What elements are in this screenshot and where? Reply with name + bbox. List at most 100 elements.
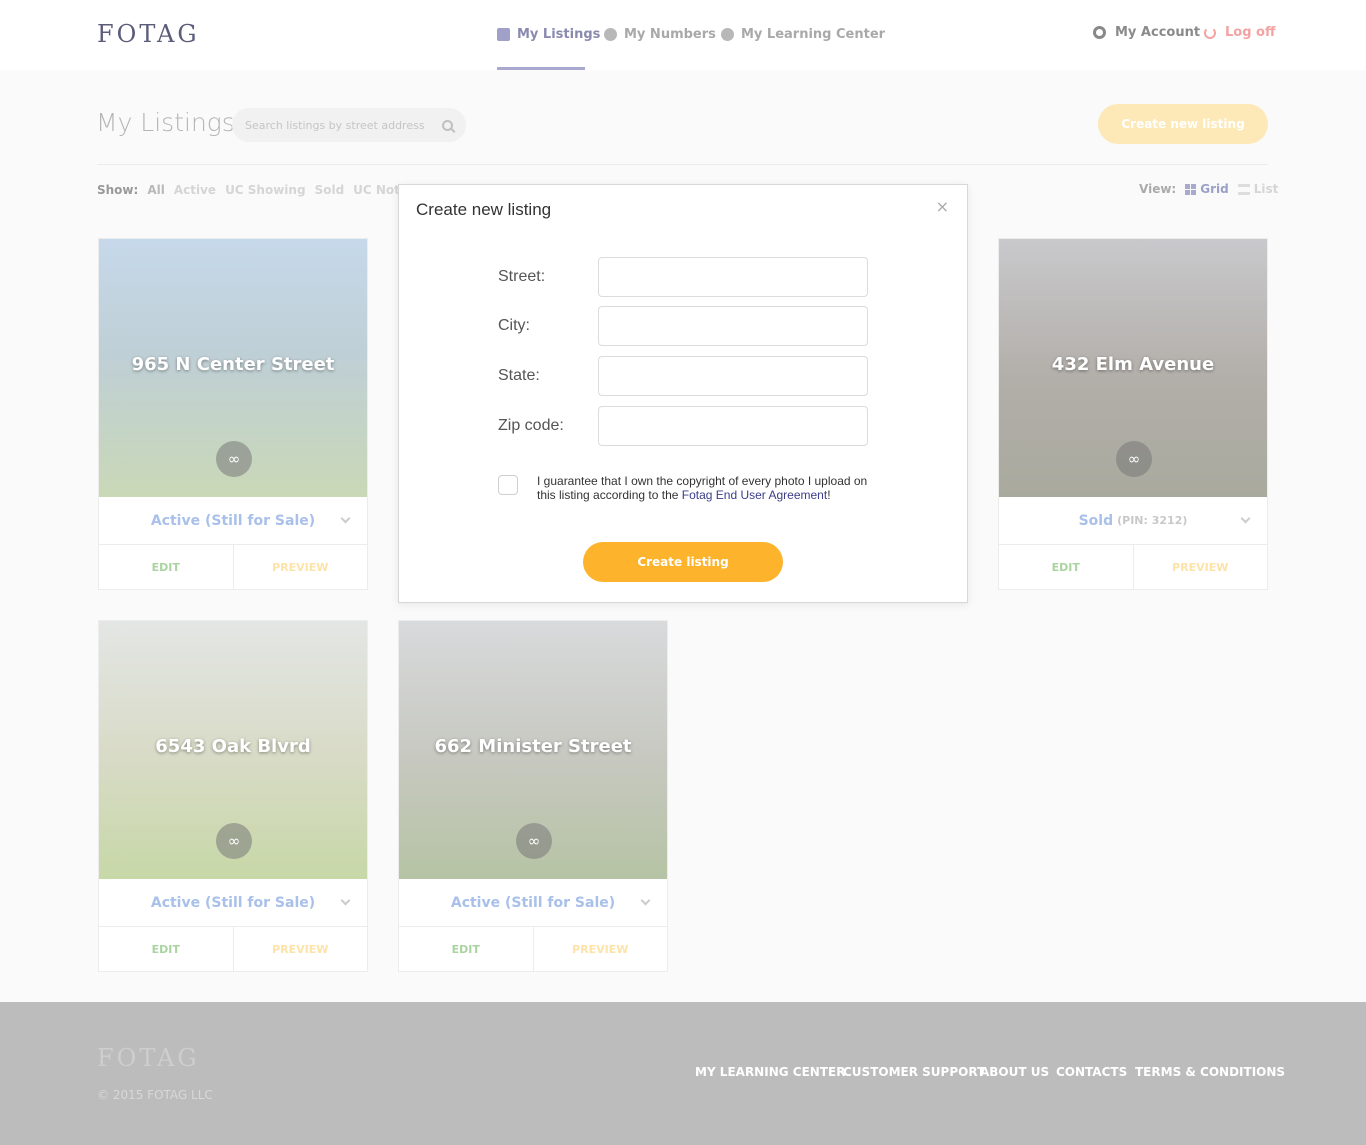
status-label: Active (Still for Sale) — [150, 512, 316, 529]
state-field[interactable] — [598, 356, 868, 396]
my-account-link[interactable]: My Account — [1093, 25, 1200, 40]
view-grid-label: Grid — [1200, 182, 1229, 196]
card-actions: EDIT PREVIEW — [99, 545, 367, 590]
footer: FOTAG © 2015 FOTAG LLC MY LEARNING CENTE… — [0, 1002, 1366, 1145]
logoff-label: Log off — [1225, 25, 1276, 40]
state-row: State: — [498, 356, 868, 396]
agree-end: ! — [827, 488, 831, 502]
close-icon[interactable]: × — [936, 197, 949, 216]
list-icon — [1237, 183, 1250, 195]
view-grid-button[interactable]: Grid — [1185, 182, 1229, 196]
footer-link-terms[interactable]: TERMS & CONDITIONS — [1135, 1065, 1285, 1079]
home-icon — [497, 28, 510, 41]
search-input[interactable]: Search listings by street address — [232, 108, 466, 142]
status-dropdown[interactable]: Active (Still for Sale) — [99, 497, 367, 545]
preview-button[interactable]: PREVIEW — [234, 545, 368, 590]
edit-button[interactable]: EDIT — [399, 927, 534, 972]
my-account-label: My Account — [1115, 25, 1201, 40]
power-icon — [1204, 26, 1216, 39]
zip-label: Zip code: — [498, 417, 564, 434]
status-label: Active (Still for Sale) — [450, 894, 616, 911]
footer-link-learning-center[interactable]: MY LEARNING CENTER — [695, 1065, 845, 1079]
street-field[interactable] — [598, 257, 868, 297]
status-dropdown[interactable]: Sold (PIN: 3212) — [999, 497, 1267, 545]
card-actions: EDIT PREVIEW — [999, 545, 1267, 590]
preview-button[interactable]: PREVIEW — [234, 927, 368, 972]
chevron-down-icon — [1240, 513, 1251, 524]
nav-my-numbers[interactable]: My Numbers — [604, 27, 716, 42]
card-actions: EDIT PREVIEW — [399, 927, 667, 972]
chevron-down-icon — [340, 895, 351, 906]
listing-card: 432 Elm Avenue ∞ Sold (PIN: 3212) EDIT P… — [998, 238, 1268, 590]
pie-chart-icon — [604, 28, 617, 41]
filter-uc-showing[interactable]: UC Showing — [225, 183, 306, 197]
filter-sold[interactable]: Sold — [315, 183, 345, 197]
create-listing-modal: Create new listing × Street: City: State… — [398, 184, 968, 603]
listing-photo[interactable]: 965 N Center Street ∞ — [99, 239, 367, 497]
edit-button[interactable]: EDIT — [99, 545, 234, 590]
logoff-link[interactable]: Log off — [1204, 25, 1276, 40]
nav-my-learning-center[interactable]: My Learning Center — [721, 27, 885, 42]
footer-logo: FOTAG — [97, 1044, 200, 1072]
eula-link[interactable]: Fotag End User Agreement — [682, 488, 827, 502]
zip-row: Zip code: — [498, 406, 868, 446]
listing-photo[interactable]: 662 Minister Street ∞ — [399, 621, 667, 879]
filter-all[interactable]: All — [147, 183, 165, 197]
copyright: © 2015 FOTAG LLC — [97, 1088, 213, 1102]
show-label: Show: — [97, 183, 139, 197]
status-filters: Show: All Active UC Showing Sold UC Not … — [97, 183, 441, 197]
status-dropdown[interactable]: Active (Still for Sale) — [99, 879, 367, 927]
footer-link-customer-support[interactable]: CUSTOMER SUPPORT — [843, 1065, 985, 1079]
agree-checkbox[interactable] — [498, 475, 518, 495]
link-icon[interactable]: ∞ — [516, 823, 552, 859]
listing-card: 965 N Center Street ∞ Active (Still for … — [98, 238, 368, 590]
city-field[interactable] — [598, 306, 868, 346]
page-title: My Listings — [96, 108, 235, 137]
active-nav-underline — [497, 67, 585, 70]
edit-button[interactable]: EDIT — [999, 545, 1134, 590]
link-icon[interactable]: ∞ — [216, 441, 252, 477]
create-new-listing-button[interactable]: Create new listing — [1098, 104, 1268, 144]
agreement-text: I guarantee that I own the copyright of … — [537, 474, 877, 502]
agreement: I guarantee that I own the copyright of … — [498, 474, 877, 502]
city-label: City: — [498, 317, 530, 334]
view-list-label: List — [1253, 182, 1279, 196]
listing-card: 6543 Oak Blvrd ∞ Active (Still for Sale)… — [98, 620, 368, 972]
chevron-down-icon — [640, 895, 651, 906]
pin-label: (PIN: 3212) — [1117, 514, 1188, 527]
create-listing-button[interactable]: Create listing — [583, 542, 783, 582]
preview-button[interactable]: PREVIEW — [1134, 545, 1268, 590]
zip-field[interactable] — [598, 406, 868, 446]
nav-label: My Listings — [517, 27, 601, 42]
link-icon[interactable]: ∞ — [1116, 441, 1152, 477]
gear-icon — [1093, 26, 1106, 39]
nav-label: My Numbers — [624, 27, 716, 42]
view-list-button[interactable]: List — [1237, 182, 1279, 196]
footer-link-contacts[interactable]: CONTACTS — [1056, 1065, 1127, 1079]
listing-photo[interactable]: 432 Elm Avenue ∞ — [999, 239, 1267, 497]
logo[interactable]: FOTAG — [97, 20, 200, 48]
grid-icon — [1185, 183, 1197, 195]
view-toggle: View: Grid List — [1139, 182, 1278, 196]
search-icon[interactable] — [442, 119, 453, 131]
status-dropdown[interactable]: Active (Still for Sale) — [399, 879, 667, 927]
listing-address: 965 N Center Street — [131, 353, 335, 375]
question-icon — [721, 28, 734, 41]
link-icon[interactable]: ∞ — [216, 823, 252, 859]
nav-my-listings[interactable]: My Listings — [497, 27, 600, 42]
footer-link-about-us[interactable]: ABOUT US — [980, 1065, 1049, 1079]
card-actions: EDIT PREVIEW — [99, 927, 367, 972]
edit-button[interactable]: EDIT — [99, 927, 234, 972]
city-row: City: — [498, 306, 868, 346]
filter-active[interactable]: Active — [174, 183, 216, 197]
street-row: Street: — [498, 257, 868, 297]
nav-label: My Learning Center — [741, 27, 886, 42]
listing-photo[interactable]: 6543 Oak Blvrd ∞ — [99, 621, 367, 879]
top-header: FOTAG My Listings My Numbers My Learning… — [0, 0, 1366, 70]
chevron-down-icon — [340, 513, 351, 524]
listing-address: 6543 Oak Blvrd — [155, 735, 311, 757]
search-placeholder: Search listings by street address — [245, 118, 425, 132]
modal-title: Create new listing — [416, 200, 552, 219]
listing-address: 662 Minister Street — [434, 735, 632, 757]
preview-button[interactable]: PREVIEW — [534, 927, 668, 972]
